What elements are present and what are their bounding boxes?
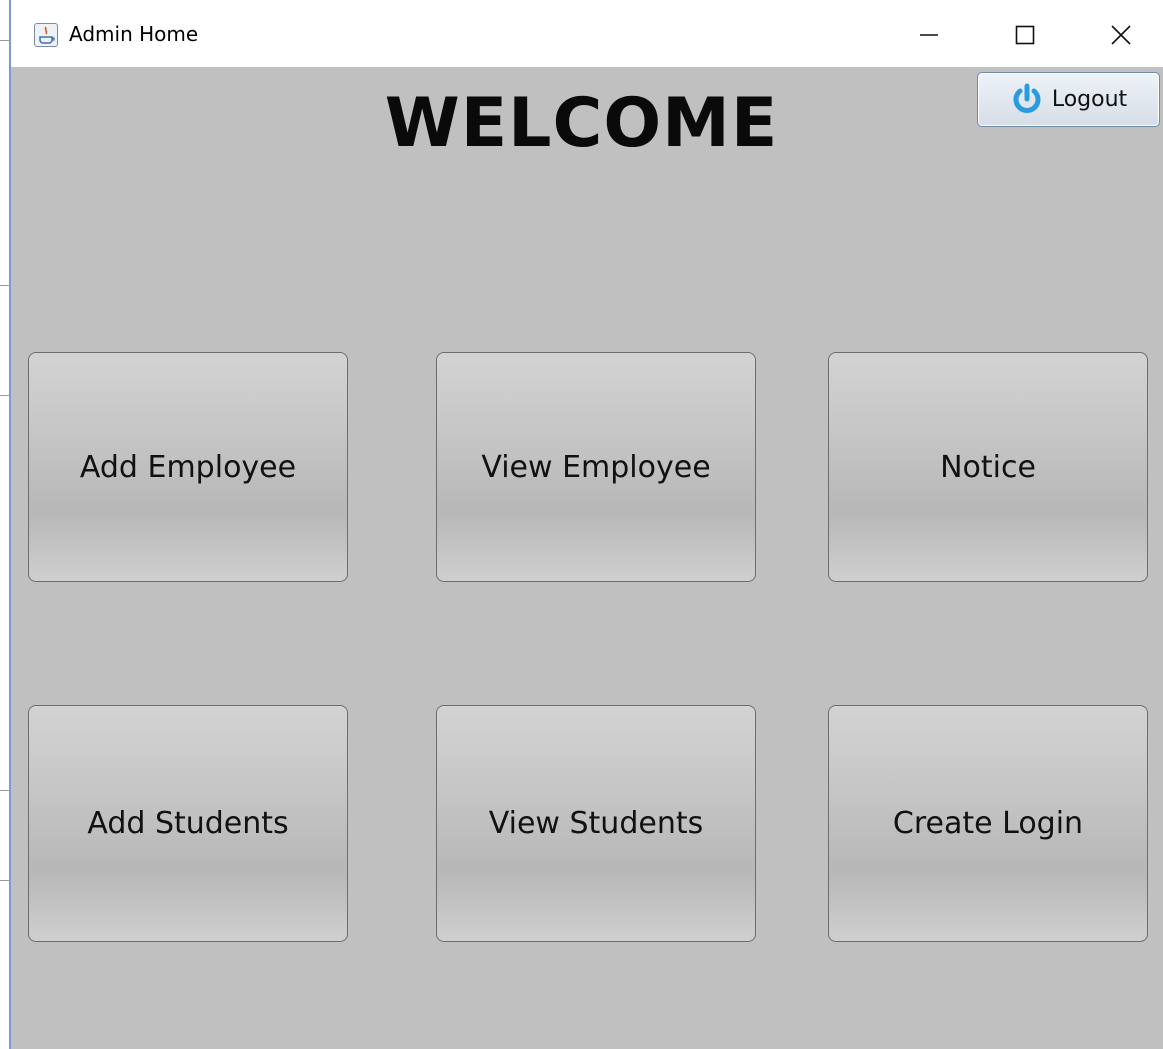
minimize-button[interactable] xyxy=(899,10,959,60)
edge-tick xyxy=(0,40,9,41)
minimize-icon xyxy=(920,34,938,36)
logout-button[interactable]: Logout xyxy=(977,72,1160,127)
edge-tick xyxy=(0,285,9,286)
close-icon xyxy=(1111,25,1131,45)
logout-label: Logout xyxy=(1051,87,1128,112)
view-students-button[interactable]: View Students xyxy=(436,705,756,942)
add-employee-button[interactable]: Add Employee xyxy=(28,352,348,582)
maximize-icon xyxy=(1015,25,1035,45)
view-employee-button[interactable]: View Employee xyxy=(436,352,756,582)
power-icon xyxy=(1013,83,1041,113)
notice-button[interactable]: Notice xyxy=(828,352,1148,582)
window-title: Admin Home xyxy=(69,22,199,46)
admin-home-window: Admin Home WELCOME Logout Add Employee V… xyxy=(0,0,1163,1049)
java-app-icon xyxy=(34,23,58,47)
edge-tick xyxy=(0,395,9,396)
close-button[interactable] xyxy=(1091,10,1151,60)
edge-tick xyxy=(0,880,9,881)
add-students-button[interactable]: Add Students xyxy=(28,705,348,942)
title-bar[interactable]: Admin Home xyxy=(11,0,1163,67)
create-login-button[interactable]: Create Login xyxy=(828,705,1148,942)
maximize-button[interactable] xyxy=(995,10,1055,60)
edge-tick xyxy=(0,790,9,791)
